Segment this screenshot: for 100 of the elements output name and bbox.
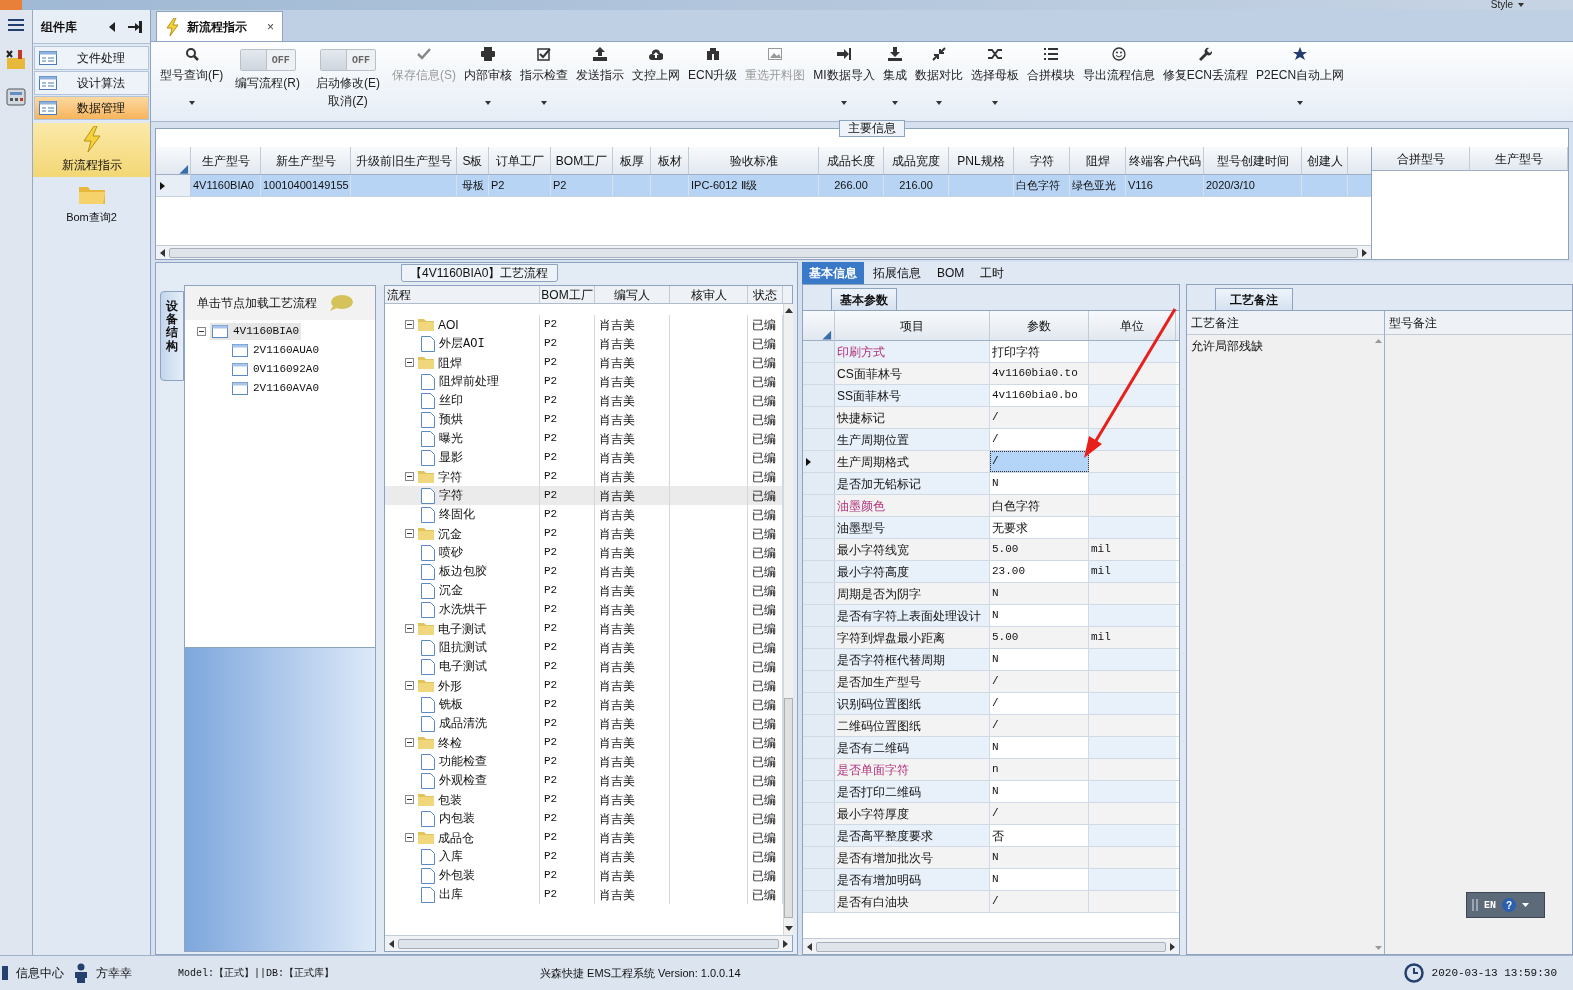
column-header[interactable]: PNL规格 <box>949 147 1014 174</box>
column-header[interactable]: 终端客户代码 <box>1126 147 1204 174</box>
tree-row[interactable]: 成品清洗 P2 肖吉美 已编 <box>385 714 783 733</box>
toolbar-button[interactable]: 导出流程信息 <box>1078 44 1159 120</box>
column-header[interactable]: 生产型号 <box>191 147 261 174</box>
tree-row[interactable]: 终固化 P2 肖吉美 已编 <box>385 505 783 524</box>
value-cell[interactable]: 白色字符 <box>990 495 1089 516</box>
collapse-toggle[interactable] <box>405 681 414 690</box>
column-header[interactable]: 单位 <box>1089 311 1176 340</box>
tool-button[interactable]: 新流程指示 <box>33 123 150 177</box>
value-cell[interactable]: 无要求 <box>990 517 1089 538</box>
value-cell[interactable]: 5.00 <box>990 627 1089 648</box>
value-cell[interactable]: / <box>990 803 1089 824</box>
value-cell[interactable]: N <box>990 605 1089 626</box>
tab[interactable]: 基本信息 <box>802 262 864 284</box>
sidebar-item[interactable]: 文件处理 <box>34 46 149 70</box>
horizontal-scrollbar[interactable] <box>385 935 792 951</box>
value-cell[interactable]: N <box>990 737 1089 758</box>
tree-row[interactable]: 出库 P2 肖吉美 已编 <box>385 885 783 904</box>
value-cell[interactable]: N <box>990 847 1089 868</box>
toolbar-button[interactable]: 选择母板 <box>966 44 1023 120</box>
tree-row[interactable]: 阻抗测试 P2 肖吉美 已编 <box>385 638 783 657</box>
collapse-toggle[interactable] <box>405 358 414 367</box>
tree-row[interactable]: 沉金 P2 肖吉美 已编 <box>385 524 783 543</box>
toolbar-button[interactable]: 集成 <box>878 44 911 120</box>
column-header[interactable]: 新生产型号 <box>261 147 351 174</box>
toolbar-button[interactable]: ECN升级 <box>684 44 742 120</box>
tree-item[interactable]: 4V1160BIA0 <box>210 323 301 340</box>
status-info[interactable]: 信息中心 <box>16 964 64 982</box>
column-header[interactable]: 状态 <box>748 286 783 303</box>
tree-row[interactable]: 包装 P2 肖吉美 已编 <box>385 790 783 809</box>
value-cell[interactable]: N <box>990 473 1089 494</box>
column-header[interactable]: 字符 <box>1014 147 1070 174</box>
tab[interactable]: 工时 <box>973 262 1012 284</box>
close-button[interactable]: × <box>267 17 274 36</box>
toggle-switch[interactable]: OFF <box>320 49 376 71</box>
collapse-toggle[interactable] <box>405 738 414 747</box>
document-tab[interactable]: 新流程指示 × <box>156 11 283 41</box>
tree-row[interactable]: 板边包胶 P2 肖吉美 已编 <box>385 562 783 581</box>
collapse-toggle[interactable] <box>405 795 414 804</box>
sidebar-item[interactable]: 数据管理 <box>34 96 149 120</box>
tree-row[interactable]: 显影 P2 肖吉美 已编 <box>385 448 783 467</box>
tree-row[interactable]: 预烘 P2 肖吉美 已编 <box>385 410 783 429</box>
tree-row[interactable]: 入库 P2 肖吉美 已编 <box>385 847 783 866</box>
column-header[interactable]: 项目 <box>835 311 990 340</box>
tool-button[interactable]: Bom查询2 <box>33 177 150 231</box>
horizontal-scrollbar[interactable] <box>803 938 1179 954</box>
collapse-toggle[interactable] <box>405 320 414 329</box>
tree-row[interactable]: 内包装 P2 肖吉美 已编 <box>385 809 783 828</box>
language-indicator[interactable]: EN <box>1484 897 1496 913</box>
tab[interactable]: 拓展信息 <box>866 262 928 284</box>
value-cell[interactable]: / <box>990 671 1089 692</box>
side-tab[interactable]: 设备结构 <box>160 291 184 381</box>
column-header[interactable]: 创建人 <box>1302 147 1348 174</box>
tree-row[interactable]: 阻焊 P2 肖吉美 已编 <box>385 353 783 372</box>
tree-row[interactable]: 电子测试 P2 肖吉美 已编 <box>385 657 783 676</box>
collapse-toggle[interactable] <box>405 833 414 842</box>
column-header[interactable]: S板 <box>457 147 489 174</box>
cancel-button[interactable]: 取消(Z) <box>328 92 368 110</box>
toolbar-button[interactable]: 修复ECN丢流程 <box>1158 44 1253 120</box>
tree-row[interactable]: 曝光 P2 肖吉美 已编 <box>385 429 783 448</box>
table-row[interactable]: 4V1160BIA0 10010400149155 母板 P2 P2 IPC-6012 Ⅱ级 266.00 216.00 白色字符 绿色亚光 V116 2020/3/10 <box>156 175 1371 197</box>
tree-row[interactable]: 外包装 P2 肖吉美 已编 <box>385 866 783 885</box>
row-header[interactable] <box>803 451 835 472</box>
value-cell[interactable]: 4v1160bia0.to <box>990 363 1089 384</box>
column-header[interactable]: BOM工厂 <box>540 286 595 303</box>
minus-icon[interactable] <box>198 328 205 335</box>
tree-row[interactable]: 终检 P2 肖吉美 已编 <box>385 733 783 752</box>
tree-row[interactable]: 外层AOI P2 肖吉美 已编 <box>385 334 783 353</box>
value-cell[interactable]: N <box>990 869 1089 890</box>
column-header[interactable]: 验收标准 <box>689 147 819 174</box>
horizontal-scrollbar[interactable] <box>156 245 1371 259</box>
value-cell[interactable]: / <box>990 693 1089 714</box>
tree-row[interactable]: AOI P2 肖吉美 已编 <box>385 315 783 334</box>
tree-row[interactable]: 喷砂 P2 肖吉美 已编 <box>385 543 783 562</box>
tree-row[interactable]: 功能检查 P2 肖吉美 已编 <box>385 752 783 771</box>
value-cell[interactable]: / <box>990 715 1089 736</box>
column-header[interactable]: 参数 <box>990 311 1089 340</box>
column-header[interactable]: 工艺备注 <box>1187 311 1384 335</box>
value-cell[interactable]: 4v1160bia0.bo <box>990 385 1089 406</box>
value-cell[interactable]: n <box>990 759 1089 780</box>
collapse-toggle[interactable] <box>405 624 414 633</box>
value-cell[interactable]: N <box>990 583 1089 604</box>
tree-row[interactable]: 水洗烘干 P2 肖吉美 已编 <box>385 600 783 619</box>
tree-row[interactable]: 阻焊前处理 P2 肖吉美 已编 <box>385 372 783 391</box>
toolbar-button[interactable]: 发送指示 <box>572 44 628 120</box>
value-cell[interactable]: N <box>990 649 1089 670</box>
sidebar-item[interactable]: 设计算法 <box>34 71 149 95</box>
value-cell[interactable]: / <box>990 891 1089 912</box>
column-header[interactable]: 订单工厂 <box>489 147 551 174</box>
column-header[interactable]: 型号创建时间 <box>1204 147 1302 174</box>
tab[interactable]: 基本参数 <box>831 288 897 310</box>
value-cell[interactable]: 5.00 <box>990 539 1089 560</box>
column-header[interactable]: 生产型号 <box>1470 147 1568 170</box>
tab[interactable]: BOM <box>930 262 972 284</box>
tree-item[interactable]: 2V1160AVA0 <box>230 380 321 397</box>
language-bar[interactable]: EN ? <box>1466 892 1545 918</box>
tree-row[interactable]: 外形 P2 肖吉美 已编 <box>385 676 783 695</box>
tree-row[interactable]: 沉金 P2 肖吉美 已编 <box>385 581 783 600</box>
tab[interactable]: 工艺备注 <box>1215 288 1293 310</box>
